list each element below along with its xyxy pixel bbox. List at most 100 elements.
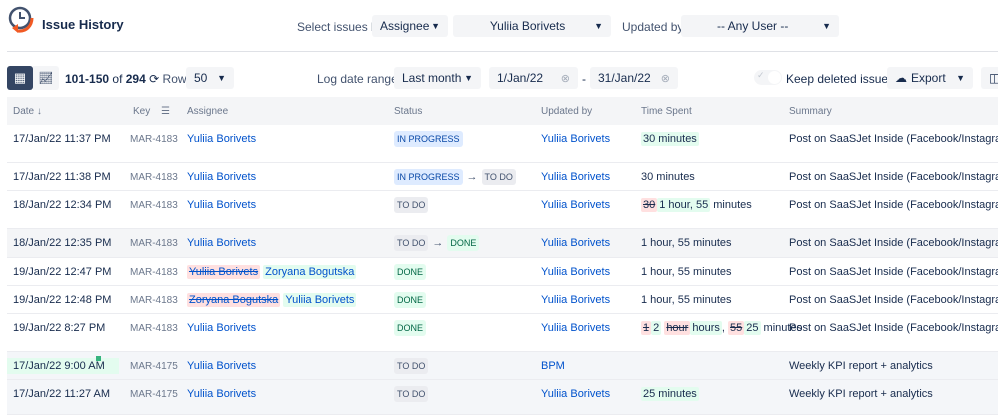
date-cell: 19/Jan/22 8:27 PM: [13, 322, 106, 334]
chevron-down-icon: ▼: [431, 21, 440, 31]
select-by-dropdown[interactable]: Assignee ▼: [372, 15, 448, 37]
issue-key[interactable]: MAR-4183: [130, 323, 178, 334]
status-lozenge: TO DO: [394, 386, 429, 402]
time-segment: 1 hour, 55 minutes: [641, 294, 732, 306]
issue-key[interactable]: MAR-4175: [130, 389, 178, 400]
time-segment: 30 minutes: [641, 171, 695, 183]
status-lozenge: TO DO: [394, 358, 429, 374]
of-text: of: [112, 72, 123, 86]
updated-by-link[interactable]: Yuliia Borivets: [541, 171, 610, 183]
time-spent-cell: 30 minutes: [641, 171, 695, 183]
time-segment: 25: [744, 321, 761, 335]
rows-dropdown[interactable]: 50 ▼: [186, 67, 234, 89]
chart-view-button[interactable]: 📈︎: [33, 66, 59, 90]
issue-key[interactable]: MAR-4183: [130, 238, 178, 249]
date-cell: 17/Jan/22 11:37 PM: [13, 133, 111, 145]
status-cell: DONE: [394, 264, 427, 280]
summary-cell: Post on SaaSJet Inside (Facebook/Instagr…: [789, 294, 998, 306]
assignee-cell: Yuliia Borivets: [187, 322, 256, 334]
issue-key[interactable]: MAR-4183: [130, 267, 178, 278]
date-to-input[interactable]: 31/Jan/22 ⊗: [590, 67, 678, 89]
summary-cell: Post on SaaSJet Inside (Facebook/Instagr…: [789, 133, 998, 145]
log-range-label: Log date range:: [317, 72, 402, 86]
assignee-link[interactable]: Yuliia Borivets: [283, 293, 357, 307]
assignee-link[interactable]: Zoryana Bogutska: [187, 293, 281, 307]
updated-by-link[interactable]: Yuliia Borivets: [541, 266, 610, 278]
keep-deleted-label: Keep deleted issues: [786, 72, 895, 86]
issue-key[interactable]: MAR-4183: [130, 134, 178, 145]
table-row: 19/Jan/22 8:27 PM MAR-4183 Yuliia Borivets…: [7, 314, 998, 352]
updated-by-link[interactable]: Yuliia Borivets: [541, 388, 610, 400]
keep-deleted-toggle[interactable]: ✓: [754, 70, 782, 85]
updated-by-link[interactable]: Yuliia Borivets: [541, 322, 610, 334]
user-value: Yuliia Borivets: [489, 19, 566, 33]
clear-icon[interactable]: ⊗: [661, 72, 670, 85]
page-title: Issue History: [42, 17, 124, 32]
assignee-link[interactable]: Zoryana Bogutska: [263, 265, 357, 279]
status-lozenge: DONE: [394, 292, 427, 308]
issue-key[interactable]: MAR-4183: [130, 295, 178, 306]
status-lozenge: DONE: [394, 264, 427, 280]
issue-key[interactable]: MAR-4183: [130, 172, 178, 183]
summary-cell: Post on SaaSJet Inside (Facebook/Instagr…: [789, 171, 998, 183]
assignee-link[interactable]: Yuliia Borivets: [187, 199, 256, 211]
status-lozenge: IN PROGRESS: [394, 131, 463, 147]
time-spent-cell: 25 minutes: [641, 387, 699, 401]
refresh-icon[interactable]: ⟳: [149, 72, 159, 86]
updated-by-link[interactable]: Yuliia Borivets: [541, 294, 610, 306]
date-from-input[interactable]: 1/Jan/22 ⊗: [489, 67, 578, 89]
assignee-cell: Zoryana Bogutska Yuliia Borivets: [187, 293, 357, 307]
table-row: 17/Jan/22 11:38 PM MAR-4183 Yuliia Borivet…: [7, 163, 998, 191]
updated-by-link[interactable]: Yuliia Borivets: [541, 237, 610, 249]
filter-icon[interactable]: ☰: [161, 106, 170, 117]
assignee-link[interactable]: Yuliia Borivets: [187, 237, 256, 249]
grid-view-button[interactable]: ▦: [7, 66, 33, 90]
chevron-down-icon: ▼: [822, 21, 831, 31]
table-row: 17/Jan/22 11:37 PM MAR-4183 Yuliia Borivet…: [7, 125, 998, 163]
issue-key[interactable]: MAR-4175: [130, 361, 178, 372]
date-cell: 18/Jan/22 12:35 PM: [13, 237, 112, 249]
export-label: Export: [911, 71, 946, 85]
date-cell: 17/Jan/22 11:38 PM: [13, 171, 111, 183]
assignee-cell: Yuliia Borivets: [187, 133, 256, 145]
updated-by-link[interactable]: Yuliia Borivets: [541, 133, 610, 145]
date-cell: 19/Jan/22 12:48 PM: [13, 294, 112, 306]
status-cell: DONE: [394, 292, 427, 308]
assignee-link[interactable]: Yuliia Borivets: [187, 360, 256, 372]
chevron-down-icon: ▼: [594, 21, 603, 31]
log-range-dropdown[interactable]: Last month ▼: [394, 67, 481, 89]
columns-button[interactable]: ◫: [981, 67, 998, 89]
updated-by-link[interactable]: BPM: [541, 360, 565, 372]
table-row: 17/Jan/22 9:00 AM MAR-4175 Yuliia Borivets…: [7, 352, 998, 380]
assignee-link[interactable]: Yuliia Borivets: [187, 388, 256, 400]
assignee-link[interactable]: Yuliia Borivets: [187, 171, 256, 183]
status-lozenge: DONE: [447, 235, 480, 251]
col-key[interactable]: Key: [133, 106, 150, 117]
time-segment: minutes: [710, 199, 752, 211]
clear-icon[interactable]: ⊗: [561, 72, 570, 85]
updated-by-dropdown[interactable]: -- Any User -- ▼: [681, 15, 839, 37]
assignee-cell: Yuliia Borivets: [187, 171, 256, 183]
issue-key[interactable]: MAR-4183: [130, 200, 178, 211]
assignee-link[interactable]: Yuliia Borivets: [187, 265, 261, 279]
date-separator: -: [582, 72, 586, 86]
cloud-download-icon: ☁: [895, 71, 907, 85]
time-spent-cell: 1 hour, 55 minutes: [641, 266, 732, 278]
time-segment: hour: [664, 321, 691, 335]
time-spent-cell: 30 minutes: [641, 132, 699, 146]
assignee-cell: Yuliia Borivets: [187, 360, 256, 372]
export-button[interactable]: ☁ Export ▼: [887, 67, 973, 89]
date-to-value: 31/Jan/22: [598, 71, 651, 85]
assignee-link[interactable]: Yuliia Borivets: [187, 322, 256, 334]
time-spent-cell: 30 1 hour, 55 minutes: [641, 198, 752, 212]
assignee-cell: Yuliia Borivets: [187, 237, 256, 249]
assignee-cell: Yuliia Borivets: [187, 388, 256, 400]
table-row: 18/Jan/22 12:34 PM MAR-4183 Yuliia Borivet…: [7, 191, 998, 229]
time-segment: 1: [641, 321, 652, 335]
time-segment: 1 hour, 55 minutes: [641, 237, 732, 249]
issue-history-logo-icon: [8, 6, 34, 33]
updated-by-link[interactable]: Yuliia Borivets: [541, 199, 610, 211]
assignee-link[interactable]: Yuliia Borivets: [187, 133, 256, 145]
col-date[interactable]: Date ↓: [13, 106, 42, 117]
user-dropdown[interactable]: Yuliia Borivets ▼: [453, 15, 611, 37]
